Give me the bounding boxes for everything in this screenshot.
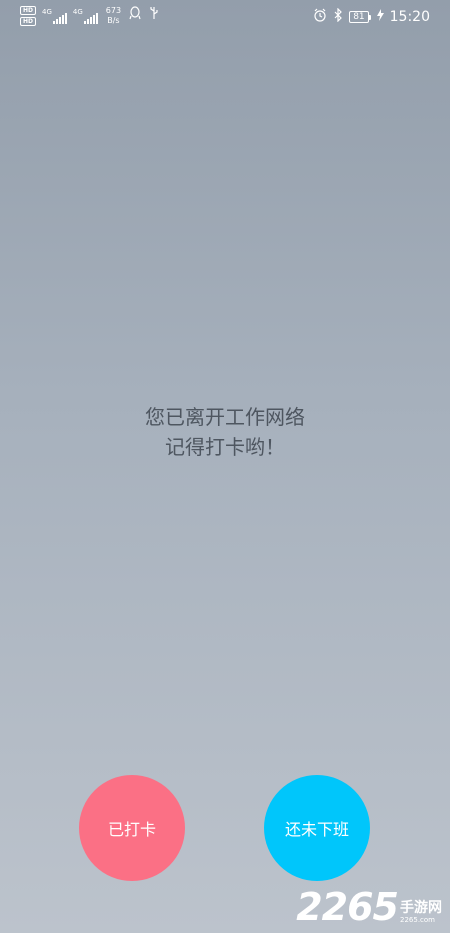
battery-level: 81 [349,11,369,23]
message-line-1: 您已离开工作网络 [145,405,305,429]
bluetooth-icon [333,7,343,26]
battery-indicator: 81 [349,11,371,23]
watermark-logo: 2265 手游网 2265.com [296,887,442,927]
signal-bars-icon [52,12,67,24]
not-off-work-button[interactable]: 还未下班 [264,775,370,881]
status-bar-right: 81 15:20 [313,7,430,26]
message-line-2: 记得打卡哟！ [165,435,285,459]
network-type-label: 4G [42,8,52,16]
network-speed-unit: B/s [107,16,120,25]
usb-icon [149,6,159,25]
qq-icon [129,6,141,25]
alarm-icon [313,8,327,26]
not-off-work-button-label: 还未下班 [284,820,349,839]
hd-badge: HD [20,17,36,26]
left-network-message: 您已离开工作网络 记得打卡哟！ [0,402,450,462]
signal-2: 4G [73,6,98,24]
network-speed: 673 B/s [106,6,121,26]
status-bar: HD HD 4G 4G 673 B/s 81 15:20 [0,0,450,34]
clocked-in-button[interactable]: 已打卡 [79,775,185,881]
status-time: 15:20 [389,9,430,25]
hd-badge: HD [20,6,36,15]
network-type-label: 4G [72,8,83,16]
signal-bars-icon [83,12,98,24]
signal-1: 4G [42,6,67,24]
network-speed-value: 673 [105,6,122,15]
watermark-domain: 2265.com [400,916,435,924]
battery-tip [368,14,371,20]
hd-badge-stack: HD HD [20,6,36,26]
watermark-text: 手游网 [400,900,442,916]
charging-icon [376,9,384,25]
clocked-in-button-label: 已打卡 [107,820,156,839]
watermark-number: 2265 [296,885,399,929]
status-bar-left: HD HD 4G 4G 673 B/s [20,6,159,26]
watermark-text-stack: 手游网 2265.com [400,900,442,927]
